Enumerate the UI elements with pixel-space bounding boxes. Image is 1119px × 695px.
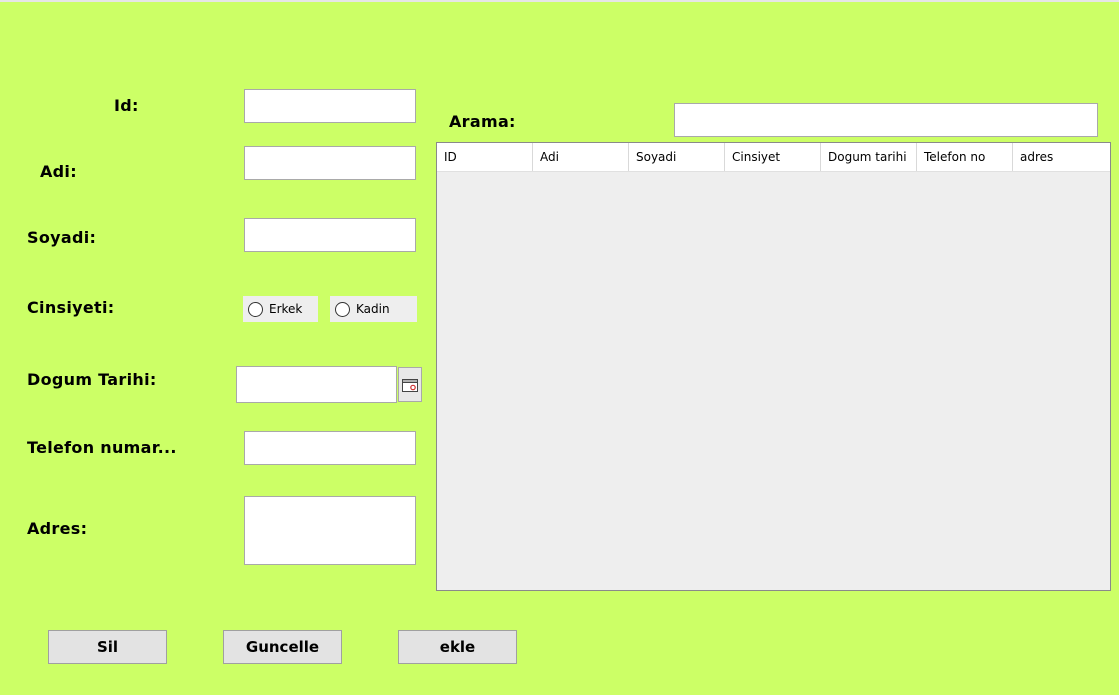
ekle-button[interactable]: ekle	[398, 630, 517, 664]
arama-label: Arama:	[449, 112, 516, 131]
adi-label: Adi:	[40, 162, 77, 181]
column-header-telefon-no[interactable]: Telefon no	[917, 143, 1013, 171]
column-header-soyadi[interactable]: Soyadi	[629, 143, 725, 171]
radio-unselected-icon	[248, 301, 263, 317]
cinsiyeti-label: Cinsiyeti:	[27, 298, 115, 317]
id-field[interactable]	[244, 89, 416, 123]
id-label: Id:	[114, 96, 139, 115]
search-input[interactable]	[674, 103, 1098, 137]
radio-erkek-label: Erkek	[269, 302, 303, 316]
adres-label: Adres:	[27, 519, 88, 538]
main-window: Id: Adi: Soyadi: Cinsiyeti: Dogum Tarihi…	[0, 0, 1119, 695]
radio-kadin-label: Kadin	[356, 302, 390, 316]
soyadi-label: Soyadi:	[27, 228, 97, 247]
radio-erkek[interactable]: Erkek	[243, 296, 318, 322]
adres-textarea[interactable]	[244, 496, 416, 565]
telefon-label: Telefon numar...	[27, 438, 177, 457]
telefon-field[interactable]	[244, 431, 416, 465]
calendar-icon	[402, 378, 418, 392]
radio-unselected-icon	[335, 301, 350, 317]
column-header-dogum-tarihi[interactable]: Dogum tarihi	[821, 143, 917, 171]
column-header-cinsiyet[interactable]: Cinsiyet	[725, 143, 821, 171]
sil-button[interactable]: Sil	[48, 630, 167, 664]
column-header-id[interactable]: ID	[437, 143, 533, 171]
dogum-tarihi-field[interactable]	[236, 366, 397, 403]
table-header: ID Adi Soyadi Cinsiyet Dogum tarihi Tele…	[437, 143, 1110, 172]
soyadi-field[interactable]	[244, 218, 416, 252]
column-header-adres[interactable]: adres	[1013, 143, 1110, 171]
adi-field[interactable]	[244, 146, 416, 180]
date-picker-button[interactable]	[398, 367, 422, 402]
records-table[interactable]: ID Adi Soyadi Cinsiyet Dogum tarihi Tele…	[436, 142, 1111, 591]
guncelle-button[interactable]: Guncelle	[223, 630, 342, 664]
column-header-adi[interactable]: Adi	[533, 143, 629, 171]
radio-kadin[interactable]: Kadin	[330, 296, 417, 322]
dogum-tarihi-label: Dogum Tarihi:	[27, 370, 157, 389]
